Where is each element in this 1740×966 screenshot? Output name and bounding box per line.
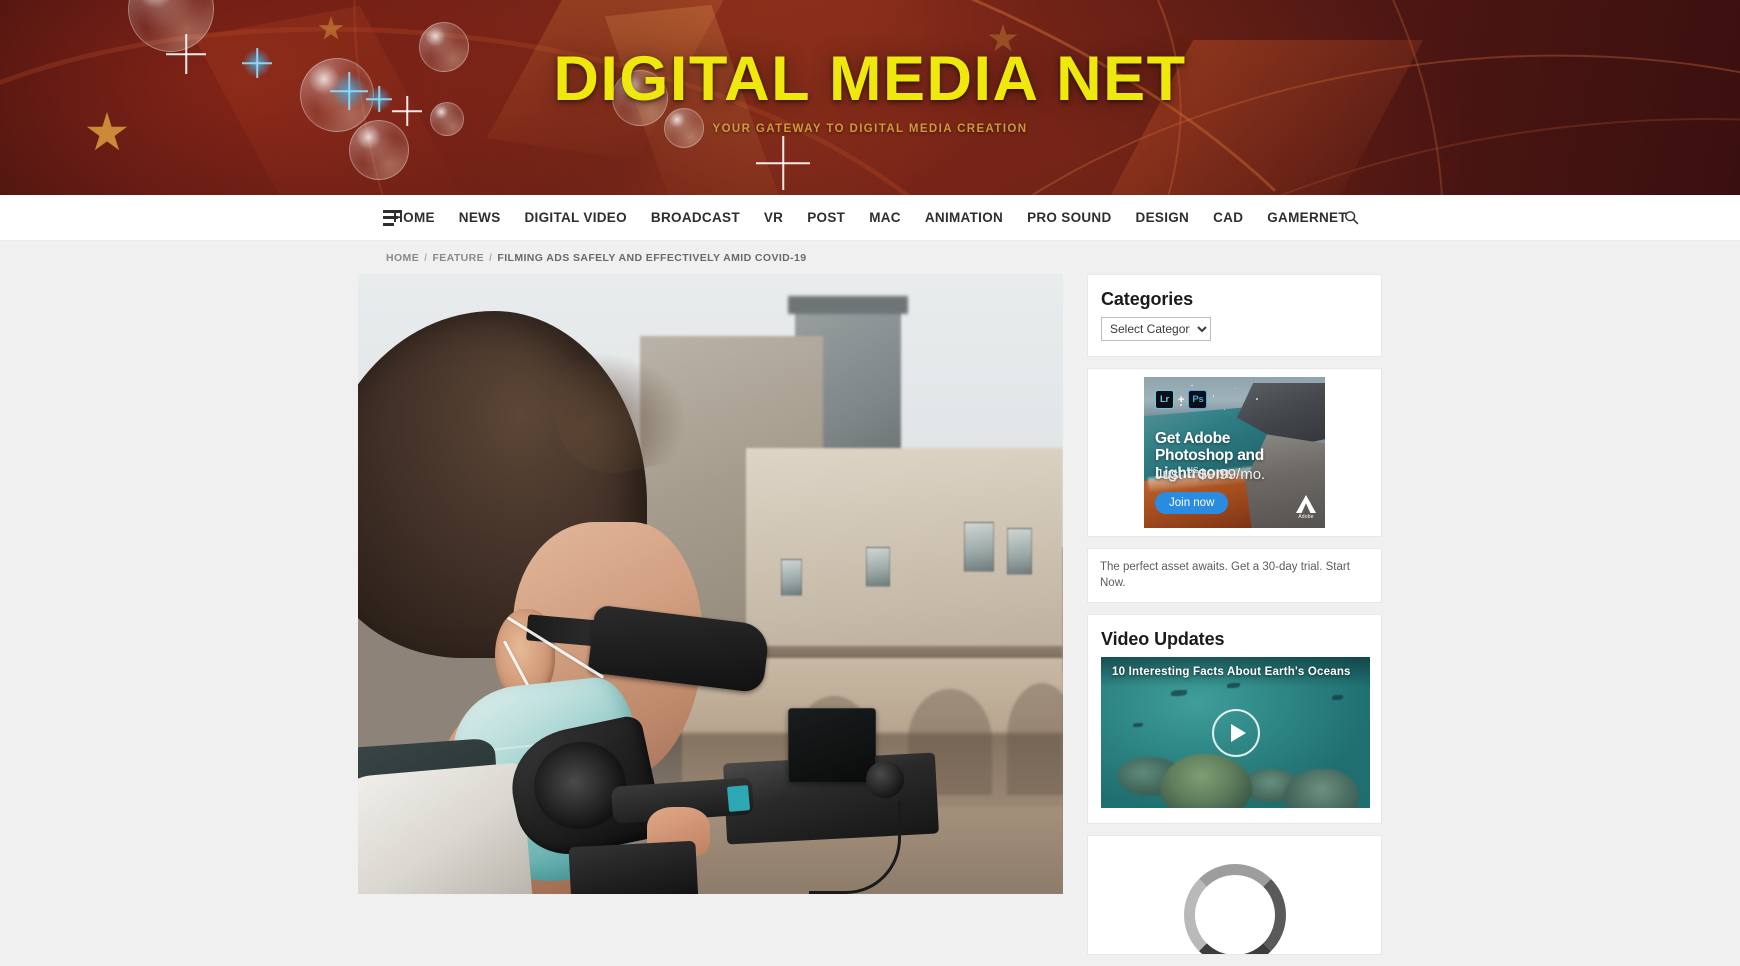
article-column	[358, 274, 1063, 894]
nav-item-broadcast[interactable]: BROADCAST	[639, 210, 752, 225]
nav-item-home[interactable]: HOME	[381, 210, 447, 225]
adobe-ad-banner[interactable]: Lr + Ps Get Adobe Photoshop and Lightroo…	[1144, 377, 1325, 528]
main-navigation: HOME NEWS DIGITAL VIDEO BROADCAST VR POS…	[0, 195, 1740, 241]
loading-widget	[1087, 835, 1382, 956]
promo-text[interactable]: The perfect asset awaits. Get a 30-day t…	[1088, 549, 1381, 602]
nav-link-design[interactable]: DESIGN	[1124, 210, 1202, 225]
nav-item-post[interactable]: POST	[795, 210, 857, 225]
photo-camera-tape	[727, 784, 751, 812]
video-title: 10 Interesting Facts About Earth's Ocean…	[1101, 657, 1370, 688]
nav-item-digital-video[interactable]: DIGITAL VIDEO	[513, 210, 639, 225]
nav-list: HOME NEWS DIGITAL VIDEO BROADCAST VR POS…	[0, 210, 1740, 225]
breadcrumb: HOME / FEATURE / FILMING ADS SAFELY AND EFFE…	[386, 252, 807, 264]
video-thumbnail[interactable]: 10 Interesting Facts About Earth's Ocean…	[1101, 657, 1370, 809]
video-updates-title: Video Updates	[1101, 629, 1225, 650]
breadcrumb-bar: HOME / FEATURE / FILMING ADS SAFELY AND EFFE…	[0, 241, 1740, 274]
site-header: DIGITAL MEDIA NET YOUR GATEWAY TO DIGITA…	[0, 0, 1740, 195]
breadcrumb-separator-1: /	[424, 251, 428, 264]
video-updates-widget: Video Updates 10 Interesting Facts About…	[1087, 614, 1382, 825]
photo-window-2	[1006, 528, 1032, 575]
ad-price-amount: $9.99/mo.	[1198, 466, 1266, 483]
loading-spinner-icon	[1183, 864, 1286, 955]
ad-join-now-button[interactable]: Join now	[1155, 492, 1229, 514]
photo-camera-knob	[865, 760, 905, 798]
categories-title: Categories	[1101, 289, 1194, 309]
search-glyph	[1344, 211, 1358, 225]
breadcrumb-separator-2: /	[489, 251, 493, 264]
nav-link-animation[interactable]: ANIMATION	[913, 210, 1015, 225]
featured-photo	[358, 274, 1063, 894]
categories-widget: Categories Select Category	[1087, 274, 1382, 357]
breadcrumb-item-feature[interactable]: FEATURE	[432, 252, 484, 264]
nav-link-digital-video[interactable]: DIGITAL VIDEO	[513, 210, 639, 225]
adobe-logo-icon: Adobe	[1296, 495, 1316, 520]
nav-item-vr[interactable]: VR	[752, 210, 795, 225]
ad-price-currency: US	[1186, 465, 1199, 475]
nav-link-home[interactable]: HOME	[381, 210, 447, 225]
ad-price: Just US$9.99/mo.	[1155, 465, 1265, 483]
ad-product-badges: Lr + Ps	[1155, 390, 1208, 409]
breadcrumb-current: FILMING ADS SAFELY AND EFFECTIVELY AMID …	[497, 251, 807, 264]
photo-window-4	[781, 559, 803, 597]
promo-widget: The perfect asset awaits. Get a 30-day t…	[1087, 548, 1382, 604]
nav-link-pro-sound[interactable]: PRO SOUND	[1015, 210, 1123, 225]
nav-link-news[interactable]: NEWS	[447, 210, 513, 225]
play-triangle	[1230, 723, 1246, 742]
nav-link-post[interactable]: POST	[795, 210, 857, 225]
photoshop-badge-icon: Ps	[1188, 390, 1208, 409]
nav-item-mac[interactable]: MAC	[857, 210, 913, 225]
ad-price-prefix: Just	[1155, 466, 1183, 483]
lightroom-badge-icon: Lr	[1155, 390, 1174, 409]
site-tagline: YOUR GATEWAY TO DIGITAL MEDIA CREATION	[712, 123, 1028, 135]
article-featured-image	[358, 274, 1063, 894]
photo-camera-monitor-screen	[788, 708, 876, 782]
nav-item-cad[interactable]: CAD	[1201, 210, 1255, 225]
video-fish-3	[1332, 694, 1344, 700]
category-select[interactable]: Select Category	[1101, 317, 1211, 341]
play-icon[interactable]	[1211, 708, 1260, 757]
photo-window-3	[865, 546, 890, 588]
search-icon[interactable]	[1340, 207, 1362, 229]
nav-link-cad[interactable]: CAD	[1201, 210, 1255, 225]
nav-link-mac[interactable]: MAC	[857, 210, 913, 225]
nav-link-broadcast[interactable]: BROADCAST	[639, 210, 752, 225]
nav-item-news[interactable]: NEWS	[447, 210, 513, 225]
adobe-logo-text: Adobe	[1298, 514, 1314, 520]
photo-tripod-head	[567, 841, 698, 894]
adobe-ad-widget: Lr + Ps Get Adobe Photoshop and Lightroo…	[1087, 368, 1382, 537]
nav-link-vr[interactable]: VR	[752, 210, 795, 225]
photo-window-1	[964, 522, 994, 572]
site-title: DIGITAL MEDIA NET	[553, 44, 1187, 114]
ad-plus-sign: +	[1178, 393, 1185, 406]
photo-person-shirt	[358, 762, 533, 894]
page-content: Categories Select Category Lr + Ps Get A…	[0, 274, 1740, 966]
adobe-logo-mark	[1296, 495, 1316, 513]
photo-tower-cap	[788, 295, 908, 315]
nav-item-pro-sound[interactable]: PRO SOUND	[1015, 210, 1123, 225]
breadcrumb-item-home[interactable]: HOME	[386, 252, 419, 264]
nav-item-animation[interactable]: ANIMATION	[913, 210, 1015, 225]
photo-camera-monitor	[788, 708, 877, 783]
sidebar: Categories Select Category Lr + Ps Get A…	[1087, 274, 1382, 966]
nav-item-design[interactable]: DESIGN	[1124, 210, 1202, 225]
